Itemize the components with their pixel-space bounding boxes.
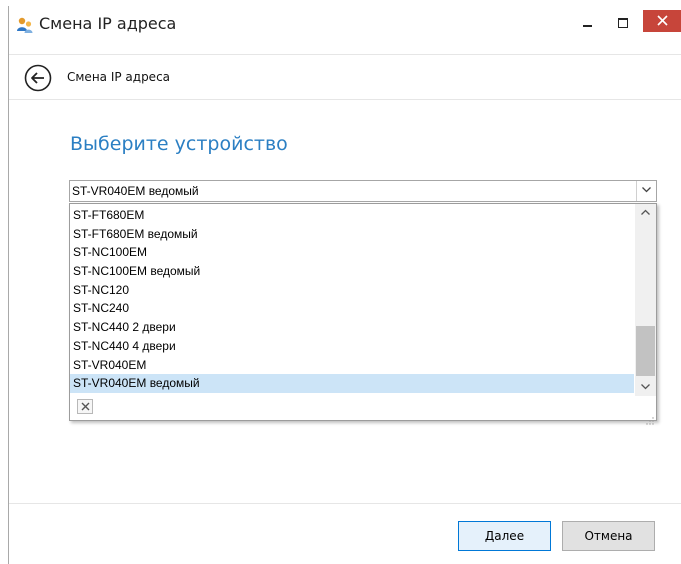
scrollbar-thumb[interactable] xyxy=(636,326,655,376)
users-icon xyxy=(16,16,34,34)
nav-title: Смена IP адреса xyxy=(67,70,171,84)
close-icon xyxy=(657,15,668,26)
navigation-bar: Смена IP адреса xyxy=(9,54,681,100)
list-item[interactable]: ST-VR040EM ведомый xyxy=(70,374,634,393)
scroll-down-button[interactable] xyxy=(635,379,656,396)
chevron-down-icon xyxy=(641,384,650,390)
minimize-button[interactable] xyxy=(572,10,604,34)
combo-dropdown-button[interactable] xyxy=(636,181,656,201)
maximize-button[interactable] xyxy=(607,10,639,34)
list-item[interactable]: ST-NC100EM xyxy=(70,243,634,262)
cancel-button[interactable]: Отмена xyxy=(562,521,655,551)
list-item[interactable]: ST-FT680EM ведомый xyxy=(70,225,634,244)
device-select-value: ST-VR040EM ведомый xyxy=(72,184,199,198)
scroll-up-button[interactable] xyxy=(635,204,656,221)
list-item[interactable]: ST-FT680EM xyxy=(70,206,634,225)
close-icon xyxy=(81,402,90,411)
clear-button[interactable] xyxy=(77,399,93,414)
device-select[interactable]: ST-VR040EM ведомый xyxy=(69,180,657,202)
window-title: Смена IP адреса xyxy=(39,14,177,33)
resize-grip-icon[interactable] xyxy=(646,410,654,425)
chevron-up-icon xyxy=(641,209,650,215)
list-item[interactable]: ST-NC100EM ведомый xyxy=(70,262,634,281)
next-button[interactable]: Далее xyxy=(458,521,551,551)
list-item[interactable]: ST-NC120 xyxy=(70,281,634,300)
title-bar[interactable]: Смена IP адреса xyxy=(9,6,681,42)
list-item[interactable]: ST-NC240 xyxy=(70,299,634,318)
close-button[interactable] xyxy=(643,10,681,32)
device-dropdown-list: ST-FT680EM ST-FT680EM ведомый ST-NC100EM ST… xyxy=(69,203,657,425)
list-scrollbar[interactable] xyxy=(635,204,656,396)
options-list: ST-FT680EM ST-FT680EM ведомый ST-NC100EM ST… xyxy=(70,206,634,393)
window: Смена IP адреса Смена IP адреса Выберите… xyxy=(8,6,681,564)
list-item[interactable]: ST-VR040EM xyxy=(70,356,634,375)
chevron-down-icon xyxy=(642,187,651,193)
back-arrow-icon[interactable] xyxy=(23,63,53,93)
list-item[interactable]: ST-NC440 4 двери xyxy=(70,337,634,356)
list-item[interactable]: ST-NC440 2 двери xyxy=(70,318,634,337)
footer: Далее Отмена xyxy=(9,503,681,564)
page-heading: Выберите устройство xyxy=(70,133,288,155)
